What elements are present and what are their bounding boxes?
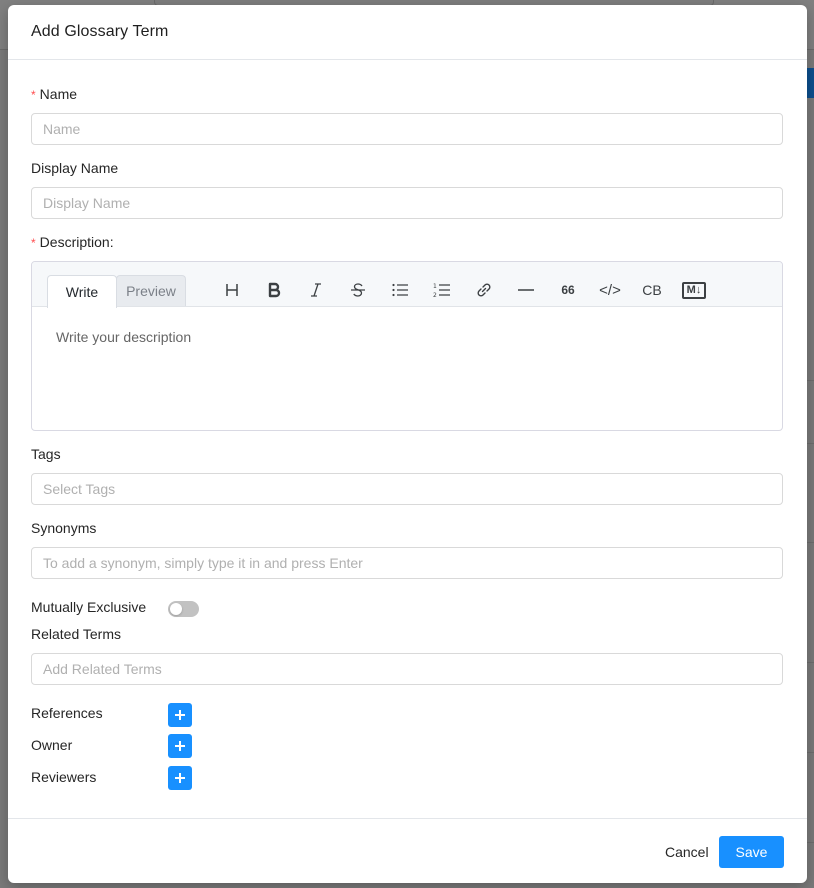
description-editor: Write Preview 12 66 </> CB M↓ Write your… <box>31 261 783 431</box>
cancel-button[interactable]: Cancel <box>657 836 717 868</box>
required-marker: * <box>31 88 36 102</box>
backdrop-row-divider <box>806 752 814 753</box>
mutually-exclusive-label: Mutually Exclusive <box>31 599 147 615</box>
add-owner-button[interactable] <box>168 734 192 758</box>
backdrop-row-divider <box>806 443 814 444</box>
ordered-list-icon[interactable]: 12 <box>429 277 455 303</box>
modal-title: Add Glossary Term <box>31 23 169 40</box>
display-name-input[interactable] <box>31 187 783 219</box>
code-icon[interactable]: </> <box>597 277 623 303</box>
add-references-button[interactable] <box>168 703 192 727</box>
heading-icon[interactable] <box>219 277 245 303</box>
italic-icon[interactable] <box>303 277 329 303</box>
save-button[interactable]: Save <box>719 836 784 868</box>
plus-icon <box>175 773 185 783</box>
display-name-label: Display Name <box>31 160 119 176</box>
mutually-exclusive-toggle[interactable] <box>168 601 199 617</box>
modal-footer: Cancel Save <box>8 818 807 883</box>
strikethrough-icon[interactable] <box>345 277 371 303</box>
plus-icon <box>175 710 185 720</box>
tab-preview[interactable]: Preview <box>116 275 186 306</box>
plus-icon <box>175 741 185 751</box>
description-label: * Description: <box>31 234 114 250</box>
markdown-icon[interactable]: M↓ <box>677 277 711 303</box>
backdrop-row-divider <box>806 380 814 381</box>
quote-icon[interactable]: 66 <box>555 277 581 303</box>
required-marker: * <box>31 236 36 250</box>
markdown-icon-label: M↓ <box>681 281 707 299</box>
tab-write[interactable]: Write <box>47 275 117 308</box>
horizontal-rule-icon[interactable] <box>513 277 539 303</box>
synonyms-label: Synonyms <box>31 520 97 536</box>
synonyms-input[interactable] <box>31 547 783 579</box>
related-terms-label: Related Terms <box>31 626 122 642</box>
reviewers-label: Reviewers <box>31 769 97 785</box>
name-label: * Name <box>31 86 78 102</box>
svg-text:2: 2 <box>433 292 437 299</box>
tags-select[interactable] <box>31 473 783 505</box>
link-icon[interactable] <box>471 277 497 303</box>
unordered-list-icon[interactable] <box>387 277 413 303</box>
code-block-icon[interactable]: CB <box>639 277 665 303</box>
owner-label: Owner <box>31 737 73 753</box>
modal-header: Add Glossary Term <box>8 5 807 60</box>
svg-text:1: 1 <box>433 283 437 290</box>
tags-label: Tags <box>31 446 61 462</box>
backdrop-row-divider <box>806 542 814 543</box>
bold-icon[interactable] <box>261 277 287 303</box>
add-reviewers-button[interactable] <box>168 766 192 790</box>
references-label: References <box>31 705 103 721</box>
backdrop-row-divider <box>806 662 814 663</box>
editor-toolbar: Write Preview 12 66 </> CB M↓ <box>32 262 782 308</box>
name-input[interactable] <box>31 113 783 145</box>
add-glossary-term-modal: Add Glossary Term *Name Display Name *De… <box>8 5 807 883</box>
backdrop-row-divider <box>806 842 814 843</box>
description-textarea[interactable]: Write your description <box>32 307 782 367</box>
toggle-knob <box>170 603 182 615</box>
related-terms-select[interactable] <box>31 653 783 685</box>
